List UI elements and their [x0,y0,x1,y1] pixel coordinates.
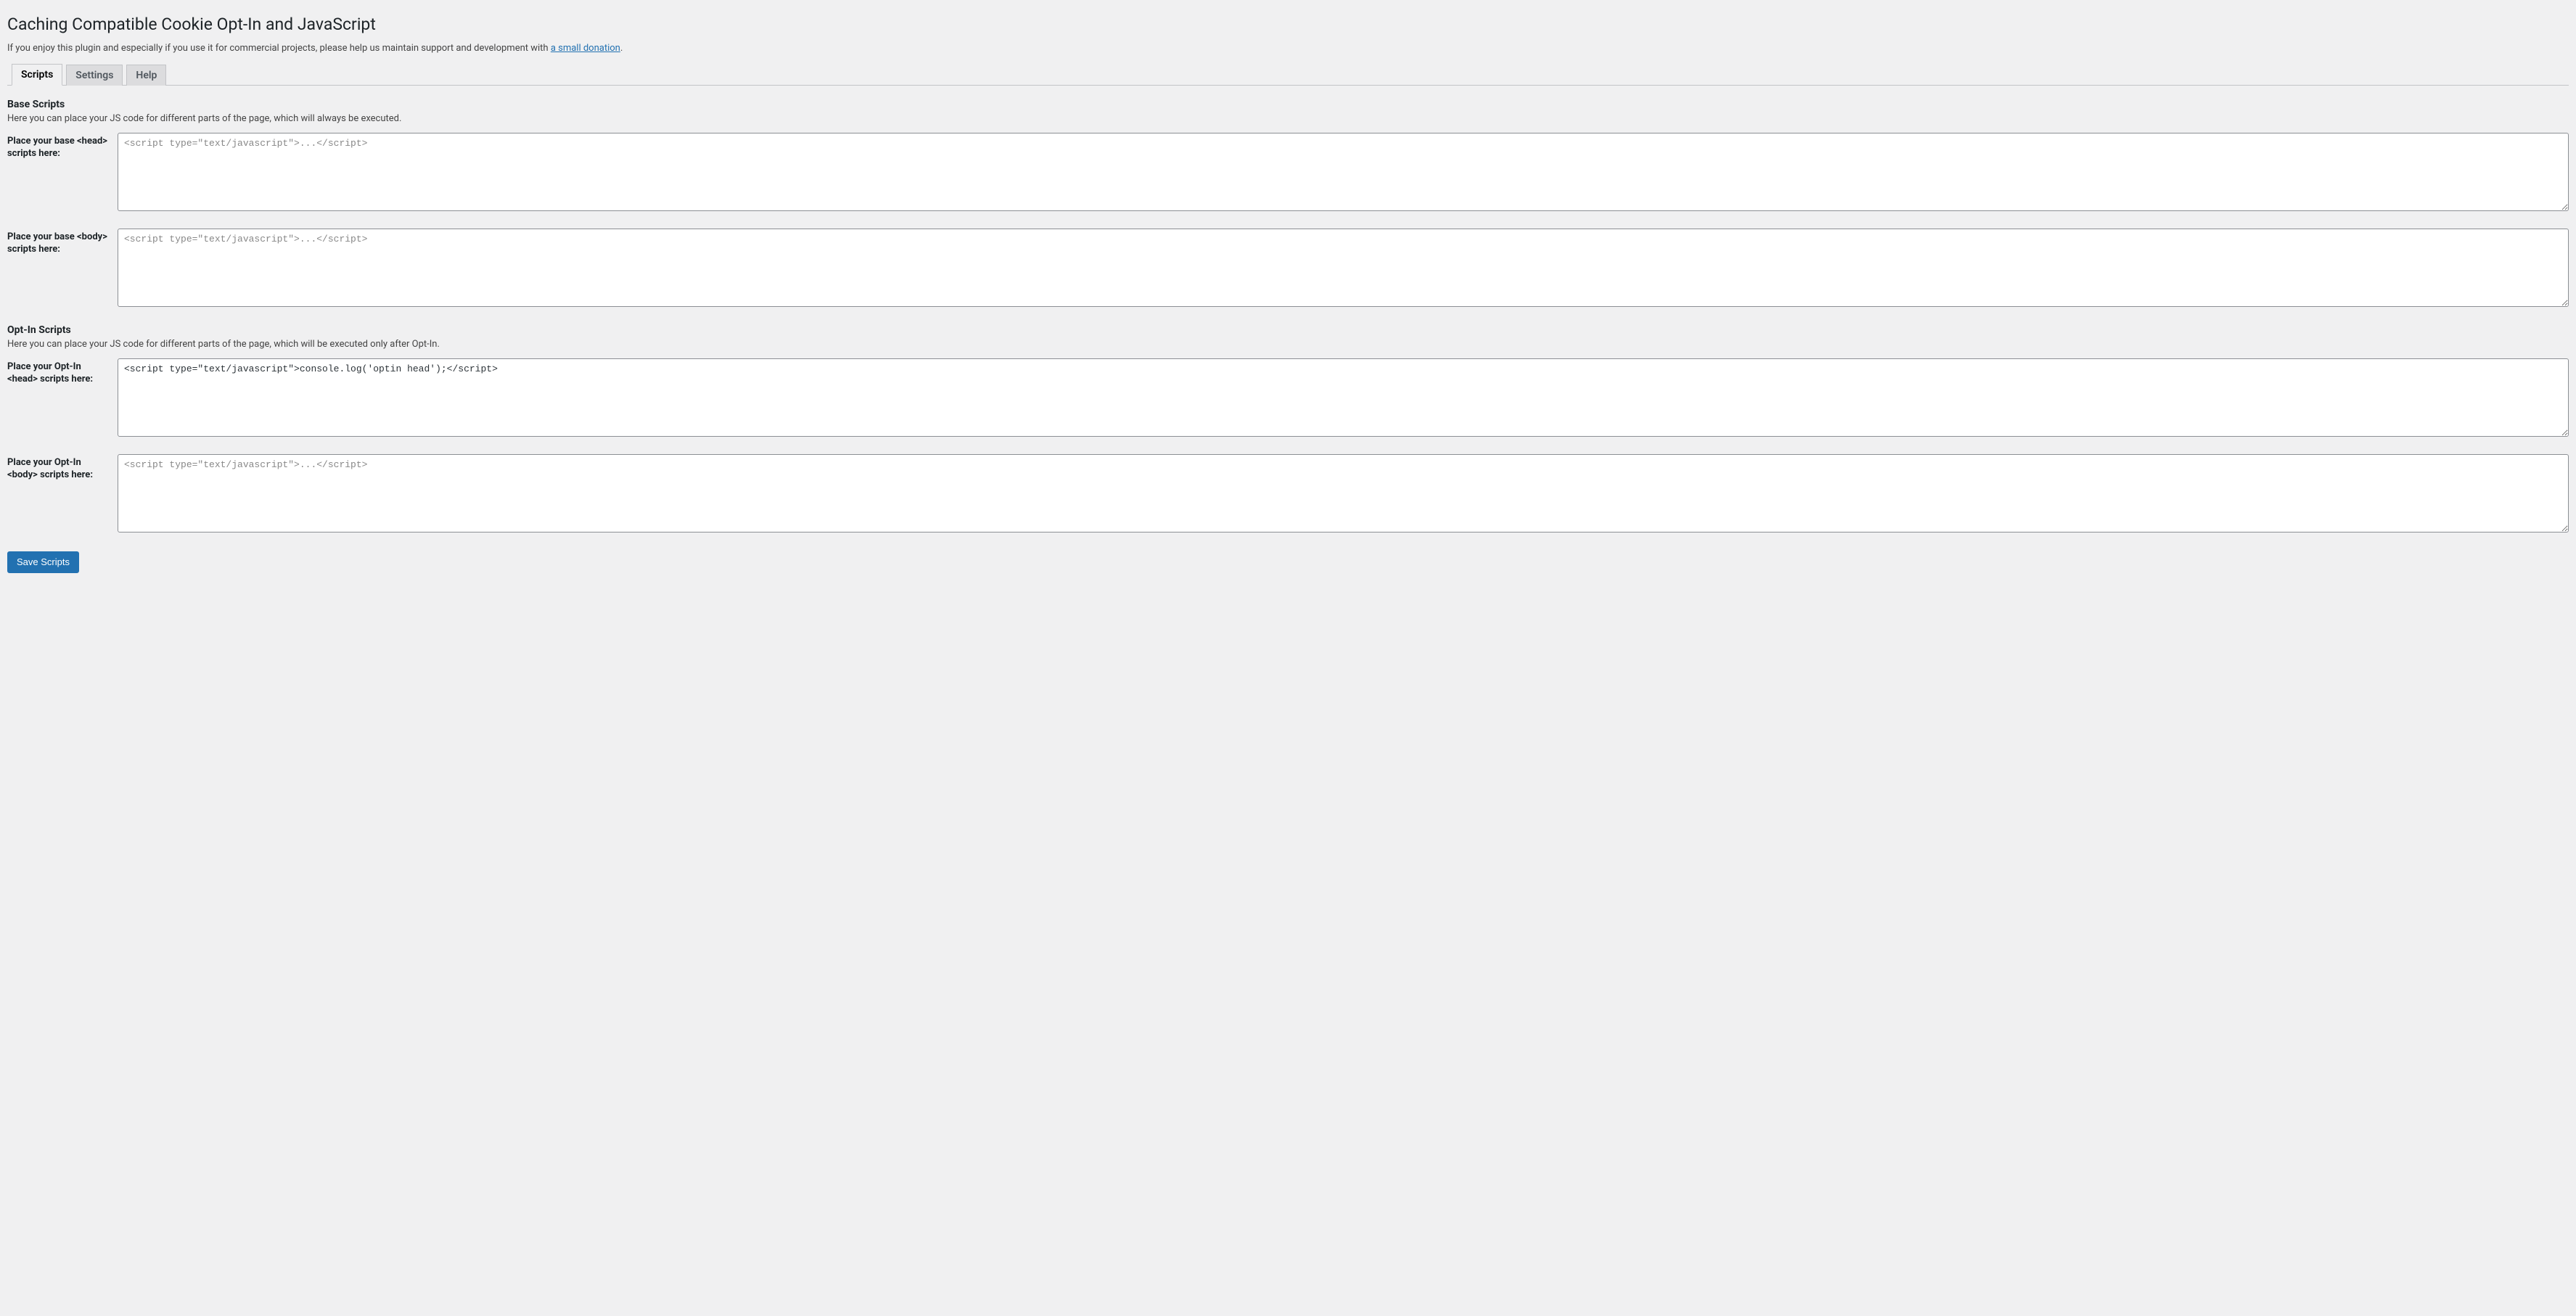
optin-scripts-heading: Opt-In Scripts [7,324,2569,336]
intro-text: If you enjoy this plugin and especially … [7,43,2569,54]
optin-body-textarea[interactable] [118,454,2569,532]
intro-prefix: If you enjoy this plugin and especially … [7,43,551,54]
optin-head-label: Place your Opt-In <head> scripts here: [7,358,118,386]
base-head-row: Place your base <head> scripts here: [7,133,2569,214]
optin-body-label: Place your Opt-In <body> scripts here: [7,454,118,482]
tab-settings[interactable]: Settings [66,65,123,86]
tab-help[interactable]: Help [126,65,166,86]
tab-scripts[interactable]: Scripts [12,64,62,86]
tab-nav: Scripts Settings Help [7,64,2569,86]
page-title: Caching Compatible Cookie Opt-In and Jav… [7,7,2569,38]
submit-row: Save Scripts [7,551,2569,573]
optin-head-textarea[interactable] [118,358,2569,437]
optin-body-row: Place your Opt-In <body> scripts here: [7,454,2569,535]
base-head-label: Place your base <head> scripts here: [7,133,118,160]
base-scripts-heading: Base Scripts [7,99,2569,110]
intro-suffix: . [620,43,623,54]
optin-head-row: Place your Opt-In <head> scripts here: [7,358,2569,440]
base-scripts-description: Here you can place your JS code for diff… [7,113,2569,124]
base-body-label: Place your base <body> scripts here: [7,229,118,256]
base-head-textarea[interactable] [118,133,2569,211]
optin-scripts-description: Here you can place your JS code for diff… [7,339,2569,350]
base-body-textarea[interactable] [118,229,2569,307]
save-scripts-button[interactable]: Save Scripts [7,551,79,573]
base-body-row: Place your base <body> scripts here: [7,229,2569,310]
donation-link[interactable]: a small donation [551,43,620,54]
